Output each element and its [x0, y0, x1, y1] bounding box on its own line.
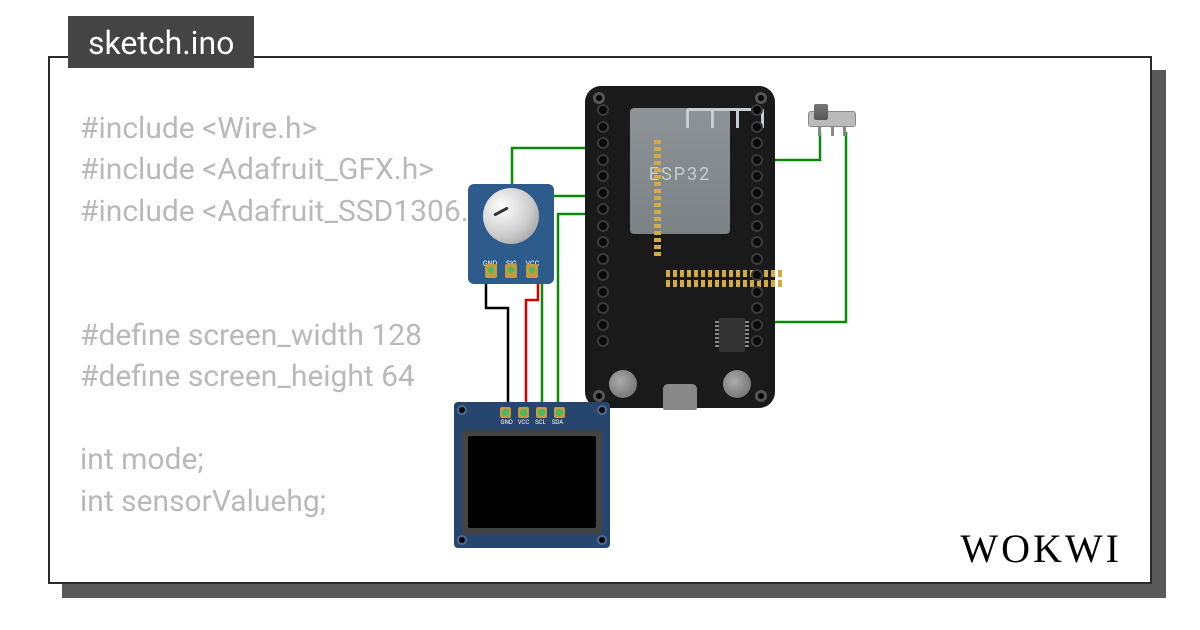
pot-pin-labels: GND SIG VCC	[468, 278, 554, 286]
project-card: #include <Wire.h> #include <Adafruit_GFX…	[48, 56, 1152, 584]
oled-pads[interactable]	[454, 407, 610, 418]
pot-pads[interactable]	[468, 264, 554, 278]
oled-pin-sda[interactable]	[554, 407, 565, 418]
pot-pin-sig[interactable]	[505, 264, 517, 278]
switch-handle[interactable]	[814, 104, 828, 120]
slide-switch[interactable]	[808, 106, 856, 132]
pot-pin-gnd[interactable]	[485, 264, 497, 278]
potentiometer[interactable]: GND SIG VCC	[468, 184, 554, 284]
wokwi-logo: WOKWI	[960, 525, 1122, 572]
circuit-diagram: ESP32	[360, 86, 920, 566]
boot-button[interactable]	[609, 370, 637, 398]
pin-header-right[interactable]	[751, 104, 771, 376]
pot-pin-vcc[interactable]	[526, 264, 538, 278]
esp32-label: ESP32	[630, 164, 730, 185]
chip-leads	[654, 140, 661, 258]
micro-usb-port	[663, 384, 697, 410]
usb-chip	[719, 318, 745, 352]
file-tab-label: sketch.ino	[88, 24, 234, 62]
mounting-hole	[593, 92, 605, 104]
oled-pin-gnd[interactable]	[500, 407, 511, 418]
esp32-board[interactable]: ESP32	[585, 86, 775, 408]
oled-pin-vcc[interactable]	[518, 407, 529, 418]
mounting-hole	[755, 92, 767, 104]
reset-button[interactable]	[723, 370, 751, 398]
mounting-hole	[597, 535, 607, 545]
mounting-hole	[593, 390, 605, 402]
potentiometer-knob[interactable]	[483, 188, 539, 244]
switch-pins[interactable]	[808, 126, 856, 136]
file-tab[interactable]: sketch.ino	[68, 16, 254, 68]
oled-display[interactable]: GND VCC SCL SDA	[454, 402, 610, 548]
oled-pin-scl[interactable]	[536, 407, 547, 418]
oled-bezel	[462, 430, 602, 534]
pin-header-left[interactable]	[589, 104, 609, 376]
oled-screen	[468, 436, 596, 528]
mounting-hole	[457, 535, 467, 545]
mounting-hole	[755, 390, 767, 402]
oled-pin-labels: GND VCC SCL SDA	[454, 419, 610, 426]
esp32-shield: ESP32	[630, 108, 730, 234]
